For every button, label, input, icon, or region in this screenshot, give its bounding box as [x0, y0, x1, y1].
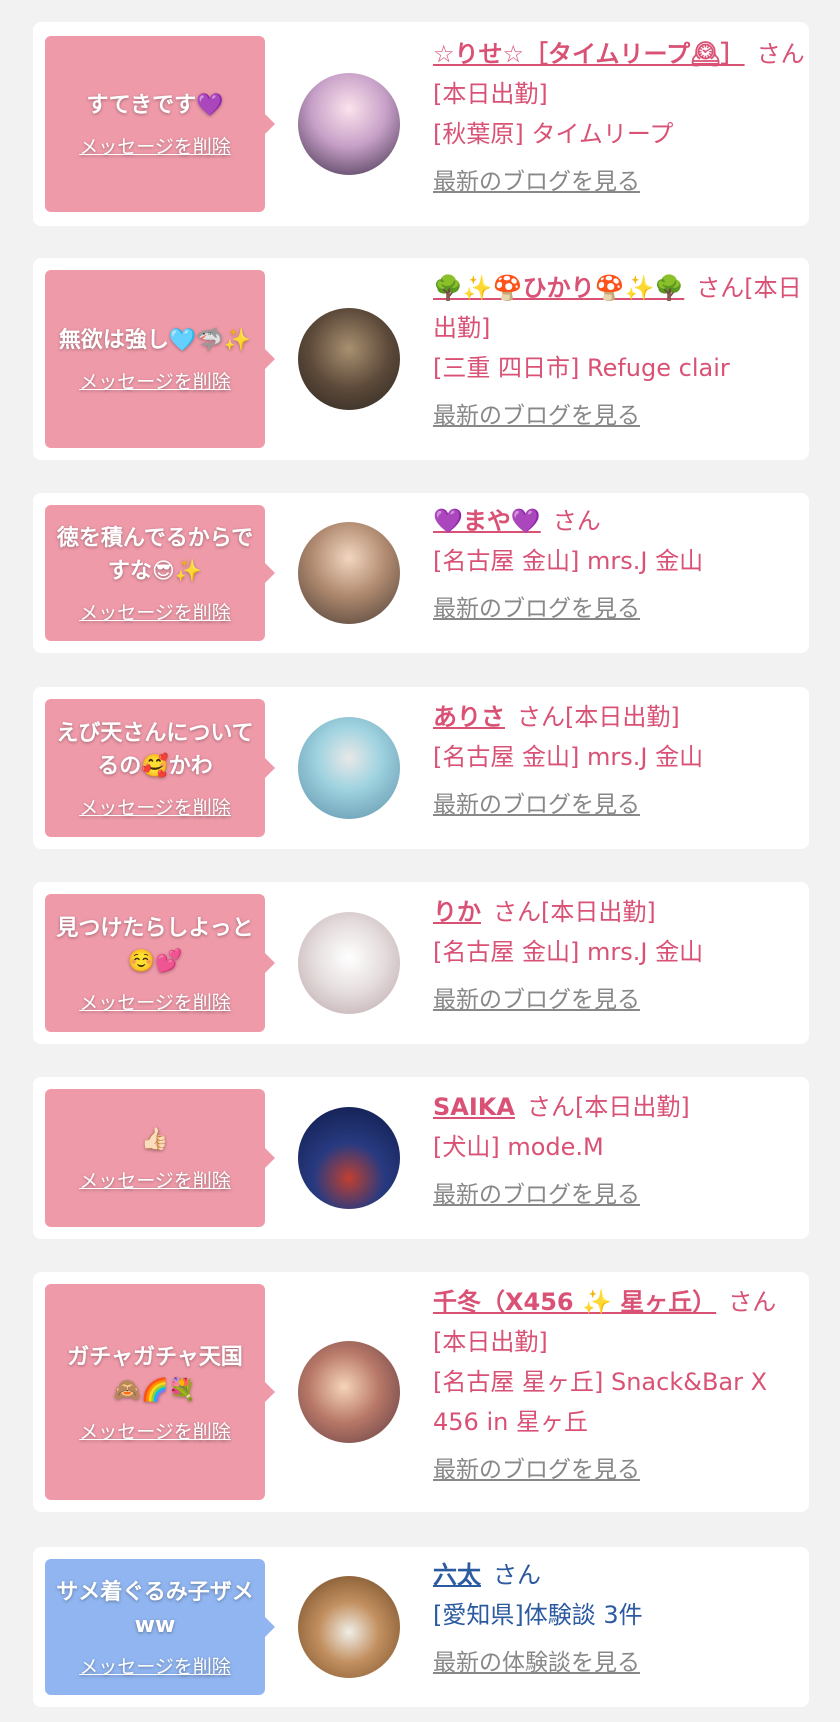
blog-link[interactable]: 最新の体験談を見る	[433, 1643, 809, 1683]
message-text: ガチャガチャ天国🙈🌈💐	[67, 1344, 243, 1403]
avatar[interactable]	[298, 308, 400, 410]
blog-link[interactable]: 最新のブログを見る	[433, 1175, 809, 1215]
message-bubble: えび天さんについてるの🥰かわ メッセージを削除	[45, 699, 275, 837]
profile-info: 🌳✨🍄ひかり🍄✨🌳 さん[本日出勤] [三重 四日市] Refuge clair …	[433, 268, 809, 436]
message-card: ガチャガチャ天国🙈🌈💐 メッセージを削除 千冬（X456 ✨ 星ヶ丘） さん[本日…	[33, 1272, 809, 1512]
blog-link[interactable]: 最新のブログを見る	[433, 396, 809, 436]
delete-message-link[interactable]: メッセージを削除	[79, 367, 231, 394]
profile-info: SAIKA さん[本日出勤] [犬山] mode.M 最新のブログを見る	[433, 1087, 809, 1215]
shop-info: [名古屋 金山] mrs.J 金山	[433, 743, 704, 771]
honorific-status: さん[本日出勤]	[526, 1093, 690, 1121]
profile-name-link[interactable]: ありさ	[433, 703, 505, 731]
blog-link[interactable]: 最新のブログを見る	[433, 589, 809, 629]
profile-info: りか さん[本日出勤] [名古屋 金山] mrs.J 金山 最新のブログを見る	[433, 892, 809, 1020]
profile-info: 六太 さん [愛知県]体験談 3件 最新の体験談を見る	[433, 1555, 809, 1683]
message-bubble: 徳を積んでるからですな😎✨ メッセージを削除	[45, 505, 275, 641]
profile-info: ありさ さん[本日出勤] [名古屋 金山] mrs.J 金山 最新のブログを見る	[433, 697, 809, 825]
shop-info: [秋葉原] タイムリープ	[433, 120, 674, 148]
message-text: えび天さんについてるの🥰かわ	[56, 720, 254, 779]
honorific-status: さん	[493, 1561, 541, 1589]
message-text: 無欲は強し🩵🦈✨	[58, 328, 252, 353]
honorific-status: さん[本日出勤]	[493, 898, 656, 926]
profile-name-link[interactable]: 六太	[433, 1561, 481, 1589]
delete-message-link[interactable]: メッセージを削除	[79, 988, 231, 1015]
delete-message-link[interactable]: メッセージを削除	[79, 793, 231, 820]
message-card: 👍🏻 メッセージを削除 SAIKA さん[本日出勤] [犬山] mode.M 最新…	[33, 1077, 809, 1239]
honorific-status: さん[本日出勤]	[517, 703, 680, 731]
profile-info: ☆りせ☆［タイムリープ🕰］ さん[本日出勤] [秋葉原] タイムリープ 最新のブロ…	[433, 34, 809, 202]
honorific-status: さん	[552, 507, 601, 535]
avatar[interactable]	[298, 1576, 400, 1678]
avatar[interactable]	[298, 522, 400, 624]
message-bubble: ガチャガチャ天国🙈🌈💐 メッセージを削除	[45, 1284, 275, 1500]
message-bubble: 見つけたらしよっと☺️💕 メッセージを削除	[45, 894, 275, 1032]
message-card: 無欲は強し🩵🦈✨ メッセージを削除 🌳✨🍄ひかり🍄✨🌳 さん[本日出勤] [三重 …	[33, 258, 809, 460]
shop-info: [名古屋 星ヶ丘] Snack&Bar X 456 in 星ヶ丘	[433, 1368, 768, 1436]
blog-link[interactable]: 最新のブログを見る	[433, 162, 809, 202]
blog-link[interactable]: 最新のブログを見る	[433, 1450, 809, 1490]
message-card: すてきです💜 メッセージを削除 ☆りせ☆［タイムリープ🕰］ さん[本日出勤] [秋…	[33, 22, 809, 226]
profile-name-link[interactable]: りか	[433, 898, 481, 926]
delete-message-link[interactable]: メッセージを削除	[79, 1166, 231, 1193]
message-card: えび天さんについてるの🥰かわ メッセージを削除 ありさ さん[本日出勤] [名古屋…	[33, 687, 809, 849]
delete-message-link[interactable]: メッセージを削除	[79, 598, 231, 625]
message-text: 見つけたらしよっと☺️💕	[56, 915, 254, 974]
profile-name-link[interactable]: SAIKA	[433, 1093, 515, 1121]
shop-info: [名古屋 金山] mrs.J 金山	[433, 938, 704, 966]
message-bubble: すてきです💜 メッセージを削除	[45, 36, 275, 212]
message-bubble: サメ着ぐるみ子ザメww メッセージを削除	[45, 1559, 275, 1695]
shop-info: [犬山] mode.M	[433, 1133, 604, 1161]
avatar[interactable]	[298, 912, 400, 1014]
message-bubble: 無欲は強し🩵🦈✨ メッセージを削除	[45, 270, 275, 448]
message-text: すてきです💜	[86, 93, 224, 118]
message-text: 👍🏻	[141, 1127, 169, 1152]
avatar[interactable]	[298, 73, 400, 175]
delete-message-link[interactable]: メッセージを削除	[79, 1652, 231, 1679]
message-bubble: 👍🏻 メッセージを削除	[45, 1089, 275, 1227]
avatar[interactable]	[298, 1341, 400, 1443]
message-card: 徳を積んでるからですな😎✨ メッセージを削除 💜まや💜 さん [名古屋 金山] m…	[33, 493, 809, 653]
profile-name-link[interactable]: 千冬（X456 ✨ 星ヶ丘）	[433, 1288, 716, 1316]
shop-info: [愛知県]体験談 3件	[433, 1601, 643, 1629]
message-text: 徳を積んでるからですな😎✨	[56, 525, 254, 584]
avatar[interactable]	[298, 1107, 400, 1209]
message-card: サメ着ぐるみ子ザメww メッセージを削除 六太 さん [愛知県]体験談 3件 最新…	[33, 1547, 809, 1707]
delete-message-link[interactable]: メッセージを削除	[79, 1417, 231, 1444]
profile-name-link[interactable]: 🌳✨🍄ひかり🍄✨🌳	[433, 274, 684, 302]
profile-name-link[interactable]: ☆りせ☆［タイムリープ🕰］	[433, 40, 745, 68]
profile-info: 💜まや💜 さん [名古屋 金山] mrs.J 金山 最新のブログを見る	[433, 501, 809, 629]
avatar[interactable]	[298, 717, 400, 819]
blog-link[interactable]: 最新のブログを見る	[433, 980, 809, 1020]
message-card: 見つけたらしよっと☺️💕 メッセージを削除 りか さん[本日出勤] [名古屋 金山…	[33, 882, 809, 1044]
message-text: サメ着ぐるみ子ザメww	[56, 1579, 254, 1638]
message-list: すてきです💜 メッセージを削除 ☆りせ☆［タイムリープ🕰］ さん[本日出勤] [秋…	[0, 0, 840, 1722]
shop-info: [三重 四日市] Refuge clair	[433, 354, 730, 382]
profile-info: 千冬（X456 ✨ 星ヶ丘） さん[本日出勤] [名古屋 星ヶ丘] Snack&B…	[433, 1282, 809, 1490]
shop-info: [名古屋 金山] mrs.J 金山	[433, 547, 704, 575]
blog-link[interactable]: 最新のブログを見る	[433, 785, 809, 825]
delete-message-link[interactable]: メッセージを削除	[79, 132, 231, 159]
profile-name-link[interactable]: 💜まや💜	[433, 507, 541, 535]
